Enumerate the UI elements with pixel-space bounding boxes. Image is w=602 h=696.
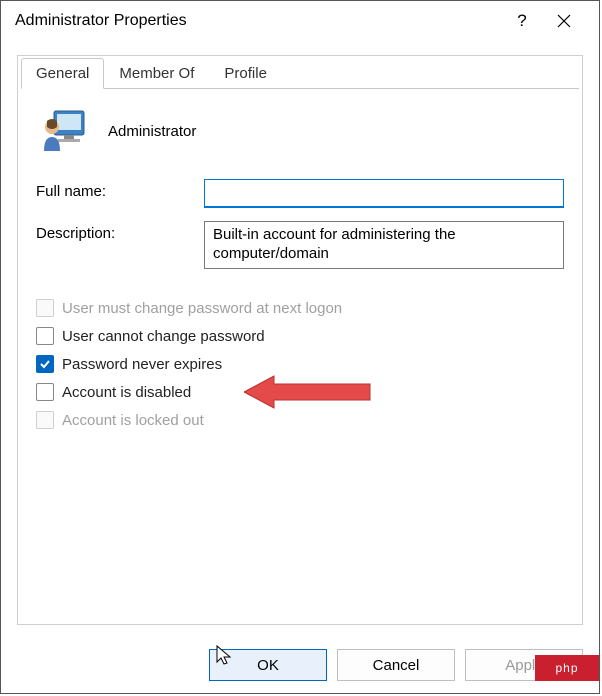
button-bar: OK Cancel Apply: [17, 649, 583, 681]
label-must-change-password: User must change password at next logon: [62, 300, 342, 317]
check-icon: [39, 358, 51, 370]
checkbox-password-never-expires[interactable]: [36, 355, 54, 373]
ok-button[interactable]: OK: [209, 649, 327, 681]
checkbox-account-locked-out: [36, 411, 54, 429]
tab-general[interactable]: General: [21, 58, 104, 89]
label-cannot-change-password: User cannot change password: [62, 328, 265, 345]
full-name-label: Full name:: [36, 179, 204, 200]
dialog-body: General Member Of Profile: [17, 55, 583, 625]
close-button[interactable]: [543, 3, 585, 39]
label-password-never-expires: Password never expires: [62, 356, 222, 373]
label-account-locked-out: Account is locked out: [62, 412, 204, 429]
tab-member-of[interactable]: Member Of: [104, 58, 209, 89]
description-label: Description:: [36, 221, 204, 242]
checkbox-must-change-password: [36, 299, 54, 317]
label-account-disabled: Account is disabled: [62, 384, 191, 401]
checkbox-group: User must change password at next logon …: [36, 294, 564, 434]
description-input[interactable]: [204, 221, 564, 269]
tab-profile[interactable]: Profile: [209, 58, 282, 89]
cancel-button[interactable]: Cancel: [337, 649, 455, 681]
watermark-badge: php: [535, 655, 599, 681]
help-button[interactable]: ?: [501, 3, 543, 39]
checkbox-account-disabled[interactable]: [36, 383, 54, 401]
titlebar: Administrator Properties ?: [1, 1, 599, 41]
close-icon: [557, 14, 571, 28]
checkbox-cannot-change-password[interactable]: [36, 327, 54, 345]
properties-dialog: Administrator Properties ? General Membe…: [0, 0, 600, 694]
window-title: Administrator Properties: [15, 12, 187, 30]
full-name-input[interactable]: [204, 179, 564, 207]
tab-panel-general: Administrator Full name: Description: Us…: [18, 89, 582, 444]
tab-bar: General Member Of Profile: [18, 56, 582, 89]
user-icon: [40, 107, 88, 155]
account-display-name: Administrator: [108, 123, 196, 140]
